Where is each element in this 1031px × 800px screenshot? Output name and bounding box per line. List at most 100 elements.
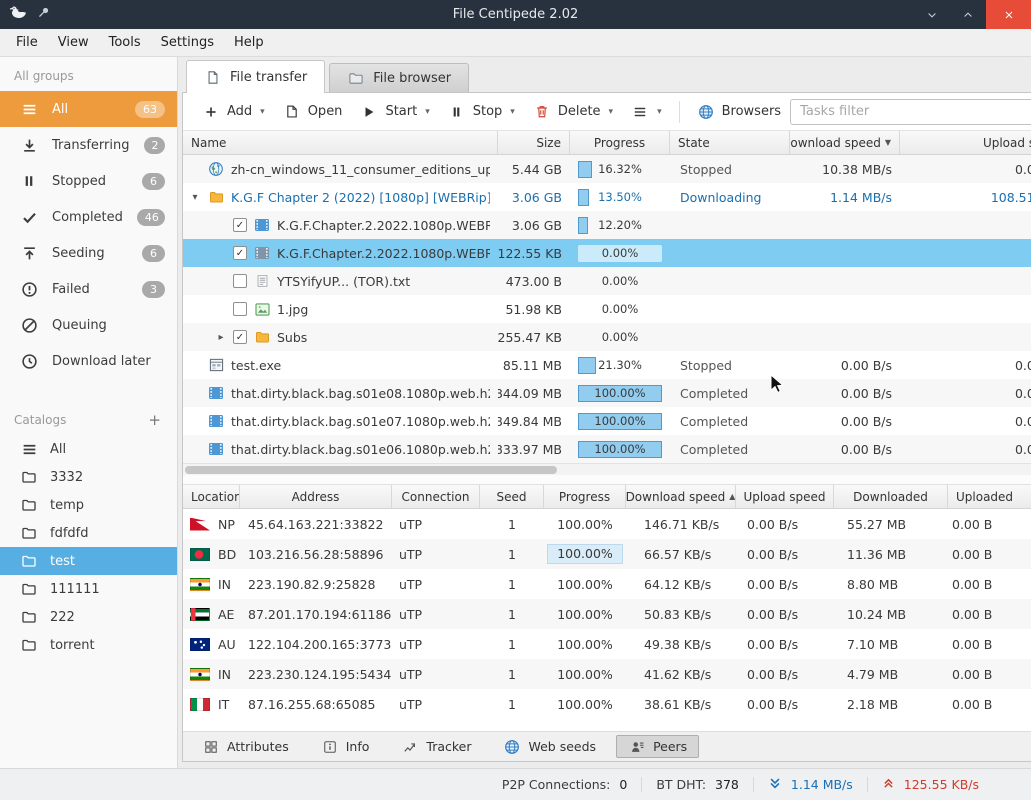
peer-row[interactable]: IT87.16.255.68:65085uTP1100.00%38.61 KB/… — [183, 689, 1031, 719]
close-button[interactable] — [986, 0, 1031, 29]
bottom-tab-peers[interactable]: Peers — [616, 735, 699, 758]
peers-column-downloaded[interactable]: Downloaded — [834, 485, 948, 508]
menu-help[interactable]: Help — [224, 31, 274, 54]
open-button[interactable]: Open — [274, 98, 352, 125]
sidebar-group-all[interactable]: All63 — [0, 91, 177, 127]
sidebar-group-transferring[interactable]: Transferring2 — [0, 127, 177, 163]
tasks-column-download-speed[interactable]: Download speed▼ — [790, 131, 900, 154]
bottom-tab-info[interactable]: Info — [309, 735, 382, 758]
task-row[interactable]: that.dirty.black.bag.s01e07.1080p.web.h2… — [183, 407, 1031, 435]
task-row[interactable]: 1.jpg51.98 KB0.00% — [183, 295, 1031, 323]
globe-blue-icon — [697, 104, 715, 120]
browsers-button[interactable]: Browsers — [688, 98, 790, 126]
file-checkbox[interactable]: ✓ — [233, 218, 247, 232]
task-row[interactable]: ✓K.G.F.Chapter.2.2022.1080p.WEBRip.x…3.0… — [183, 211, 1031, 239]
tasks-filter-input[interactable] — [791, 104, 1031, 119]
info-icon — [321, 740, 339, 754]
task-row[interactable]: that.dirty.black.bag.s01e06.1080p.web.h2… — [183, 435, 1031, 463]
column-label: Seed — [497, 490, 527, 504]
task-menu-button[interactable]: ▾ — [622, 99, 671, 125]
bottom-tab-web-seeds[interactable]: Web seeds — [491, 735, 608, 758]
tasks-column-name[interactable]: Name — [183, 131, 498, 154]
peers-column-location[interactable]: Location — [183, 485, 240, 508]
task-name: K.G.F.Chapter.2.2022.1080p.WEBRip.x… — [277, 246, 490, 261]
task-upload-speed — [900, 239, 1031, 267]
catalog-torrent[interactable]: torrent — [0, 631, 177, 659]
peer-progress-cell: 100.00% — [544, 659, 626, 689]
horizontal-scrollbar[interactable] — [183, 463, 1031, 475]
bottom-tab-tracker[interactable]: Tracker — [389, 735, 483, 758]
tab-file-browser[interactable]: File browser — [329, 63, 469, 92]
task-row[interactable]: ▾K.G.F Chapter 2 (2022) [1080p] [WEBRip]… — [183, 183, 1031, 211]
peer-row[interactable]: AU122.104.200.165:37738uTP1100.00%49.38 … — [183, 629, 1031, 659]
add-catalog-button[interactable]: + — [148, 415, 161, 425]
sort-indicator-icon: ▲ — [729, 492, 735, 501]
peer-connection: uTP — [392, 629, 480, 659]
sidebar-group-queuing[interactable]: Queuing — [0, 307, 177, 343]
catalog-111111[interactable]: 111111 — [0, 575, 177, 603]
sidebar-group-seeding[interactable]: Seeding6 — [0, 235, 177, 271]
sidebar-group-completed[interactable]: Completed46 — [0, 199, 177, 235]
task-row[interactable]: ▸✓Subs255.47 KB0.00% — [183, 323, 1031, 351]
catalog-3332[interactable]: 3332 — [0, 463, 177, 491]
stop-button[interactable]: Stop▾ — [439, 98, 524, 125]
exe-icon — [207, 358, 225, 372]
peers-column-progress[interactable]: Progress — [544, 485, 626, 508]
task-size: 3.06 GB — [498, 183, 570, 211]
peer-row[interactable]: AE87.201.170.194:61186uTP1100.00%50.83 K… — [183, 599, 1031, 629]
expander-collapsed-icon[interactable]: ▸ — [215, 332, 227, 343]
file-checkbox[interactable] — [233, 274, 247, 288]
catalog-label: fdfdfd — [50, 526, 89, 541]
task-row[interactable]: zh-cn_windows_11_consumer_editions_upd…5… — [183, 155, 1031, 183]
menu-file[interactable]: File — [6, 31, 48, 54]
peers-column-download-speed[interactable]: Download speed▲ — [626, 485, 736, 508]
peers-column-uploaded[interactable]: Uploaded — [948, 485, 1031, 508]
start-button[interactable]: Start▾ — [351, 98, 438, 125]
peer-download-speed: 38.61 KB/s — [626, 689, 736, 719]
file-checkbox[interactable]: ✓ — [233, 246, 247, 260]
task-row[interactable]: test.exe85.11 MB21.30%Stopped0.00 B/s0.0… — [183, 351, 1031, 379]
task-row[interactable]: that.dirty.black.bag.s01e08.1080p.web.h2… — [183, 379, 1031, 407]
sidebar-group-failed[interactable]: Failed3 — [0, 271, 177, 307]
tasks-column-progress[interactable]: Progress — [570, 131, 670, 154]
catalog-temp[interactable]: temp — [0, 491, 177, 519]
minimize-button[interactable] — [914, 0, 950, 29]
menu-tools[interactable]: Tools — [99, 31, 151, 54]
add-button[interactable]: Add▾ — [193, 98, 274, 125]
expander-expanded-icon[interactable]: ▾ — [189, 192, 201, 203]
progress-label: 0.00% — [578, 301, 662, 318]
peer-row[interactable]: IN223.190.82.9:25828uTP1100.00%64.12 KB/… — [183, 569, 1031, 599]
peer-progress: 100.00% — [557, 637, 613, 652]
catalog-fdfdfd[interactable]: fdfdfd — [0, 519, 177, 547]
file-checkbox[interactable]: ✓ — [233, 330, 247, 344]
peer-row[interactable]: IN223.230.124.195:54348uTP1100.00%41.62 … — [183, 659, 1031, 689]
tasks-column-size[interactable]: Size — [498, 131, 570, 154]
maximize-button[interactable] — [950, 0, 986, 29]
panel-splitter[interactable] — [183, 475, 1031, 485]
menu-view[interactable]: View — [48, 31, 99, 54]
file-checkbox[interactable] — [233, 302, 247, 316]
catalog-222[interactable]: 222 — [0, 603, 177, 631]
catalog-all[interactable]: All — [0, 435, 177, 463]
peers-column-upload-speed[interactable]: Upload speed — [736, 485, 834, 508]
peer-row[interactable]: BD103.216.56.28:58896uTP1100.00%66.57 KB… — [183, 539, 1031, 569]
task-row[interactable]: YTSYifyUP... (TOR).txt473.00 B0.00% — [183, 267, 1031, 295]
tab-file-transfer[interactable]: File transfer — [186, 60, 325, 93]
task-row[interactable]: ✓K.G.F.Chapter.2.2022.1080p.WEBRip.x…122… — [183, 239, 1031, 267]
bottom-tab-attributes[interactable]: Attributes — [190, 735, 301, 758]
horizontal-scrollbar-thumb[interactable] — [185, 466, 557, 474]
peers-column-connection[interactable]: Connection — [392, 485, 480, 508]
peer-progress-cell: 100.00% — [544, 689, 626, 719]
menu-settings[interactable]: Settings — [151, 31, 224, 54]
peer-row[interactable]: NP45.64.163.221:33822uTP1100.00%146.71 K… — [183, 509, 1031, 539]
peers-column-seed[interactable]: Seed — [480, 485, 544, 508]
tasks-column-upload-speed[interactable]: Upload speed — [900, 131, 1031, 154]
sidebar-group-download-later[interactable]: Download later — [0, 343, 177, 379]
sidebar-group-stopped[interactable]: Stopped6 — [0, 163, 177, 199]
group-label: Transferring — [52, 138, 130, 153]
catalog-test[interactable]: test — [0, 547, 177, 575]
pin-icon[interactable] — [37, 6, 50, 23]
peers-column-address[interactable]: Address — [240, 485, 392, 508]
delete-button[interactable]: Delete▾ — [524, 98, 622, 125]
tasks-column-state[interactable]: State — [670, 131, 790, 154]
